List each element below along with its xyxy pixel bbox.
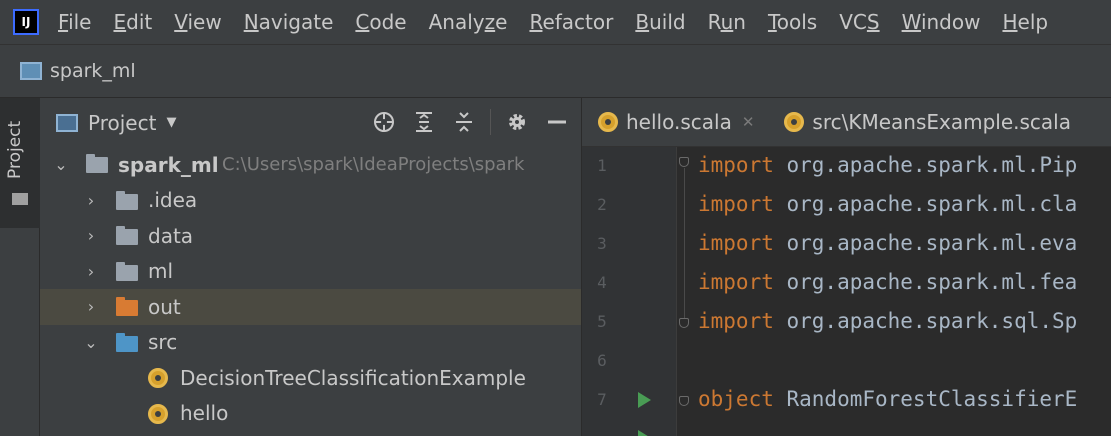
- fold-marker-icon[interactable]: [679, 157, 689, 167]
- menu-tools[interactable]: Tools: [768, 10, 817, 34]
- chevron-right-icon[interactable]: ›: [84, 262, 98, 281]
- project-tool-tab[interactable]: Project: [0, 98, 40, 228]
- menu-view[interactable]: View: [174, 10, 221, 34]
- caret-down-icon[interactable]: ▼: [166, 115, 176, 130]
- tree-root-name: spark_ml: [118, 152, 219, 177]
- menu-run[interactable]: Run: [708, 10, 746, 34]
- close-icon[interactable]: ✕: [742, 113, 755, 131]
- line-number: 5: [597, 312, 607, 331]
- tree-item-out[interactable]: › out: [40, 289, 581, 325]
- excluded-folder-icon: [116, 297, 138, 316]
- menu-navigate[interactable]: Navigate: [244, 10, 334, 34]
- tree-item-idea[interactable]: › .idea: [40, 183, 581, 219]
- source-folder-icon: [116, 332, 138, 352]
- project-panel-header: Project ▼: [40, 98, 581, 147]
- tree-file-hello[interactable]: hello: [40, 396, 581, 432]
- menu-vcs[interactable]: VCS: [839, 10, 879, 34]
- menu-bar: IJ File Edit View Navigate Code Analyze …: [0, 0, 1111, 45]
- menu-window[interactable]: Window: [902, 10, 981, 34]
- toolbar-separator: [490, 109, 491, 135]
- menu-code[interactable]: Code: [355, 10, 406, 34]
- run-gutter-icon[interactable]: [638, 430, 651, 436]
- line-number: 3: [597, 234, 607, 253]
- main-menu: File Edit View Navigate Code Analyze Ref…: [47, 10, 1059, 34]
- tree-item-src[interactable]: ⌄ src: [40, 325, 581, 361]
- tree-item-ml[interactable]: › ml: [40, 254, 581, 290]
- chevron-right-icon[interactable]: ›: [84, 226, 98, 245]
- project-tool-tab-label: Project: [5, 120, 25, 180]
- line-number: 1: [597, 156, 607, 175]
- menu-file[interactable]: File: [58, 10, 91, 34]
- left-tool-strip: Project: [0, 98, 40, 436]
- folder-icon: [116, 226, 138, 245]
- locate-icon[interactable]: [370, 108, 398, 136]
- project-folder-icon: [20, 62, 42, 80]
- tree-item-label: .idea: [148, 188, 198, 213]
- line-number: 6: [597, 351, 607, 370]
- navigation-bar: spark_ml: [0, 45, 1111, 98]
- code-line-7[interactable]: object RandomForestClassifierE: [698, 387, 1077, 411]
- editor-tabs: hello.scala ✕ src\KMeansExample.scala: [582, 98, 1111, 147]
- line-number: 4: [597, 273, 607, 292]
- menu-help[interactable]: Help: [1002, 10, 1048, 34]
- scala-object-icon: [148, 368, 168, 388]
- folder-icon: [116, 190, 138, 210]
- menu-refactor[interactable]: Refactor: [529, 10, 613, 34]
- tree-item-label: src: [148, 330, 178, 355]
- scala-object-icon: [148, 403, 168, 424]
- fold-marker-icon[interactable]: [679, 396, 689, 406]
- tab-label: hello.scala: [626, 110, 732, 134]
- scala-file-icon: [598, 112, 618, 132]
- code-line-4[interactable]: import org.apache.spark.ml.fea: [698, 270, 1077, 294]
- editor-gutter: 1 2 3 4 5 6 7: [582, 147, 677, 436]
- code-line-5[interactable]: import org.apache.spark.sql.Sp: [698, 309, 1077, 333]
- expand-all-icon[interactable]: [410, 108, 438, 136]
- tree-item-label: out: [148, 294, 181, 319]
- tab-kmeans-example[interactable]: src\KMeansExample.scala: [768, 98, 1071, 147]
- tree-item-data[interactable]: › data: [40, 218, 581, 254]
- tree-root-spark-ml[interactable]: ⌄ spark_ml C:\Users\spark\IdeaProjects\s…: [40, 147, 581, 183]
- intellij-logo-icon: IJ: [13, 9, 39, 35]
- code-line-1[interactable]: import org.apache.spark.ml.Pip: [698, 153, 1077, 177]
- project-panel-toolbar: [358, 108, 571, 136]
- breadcrumb-project[interactable]: spark_ml: [50, 60, 136, 82]
- collapse-all-icon[interactable]: [450, 108, 478, 136]
- tree-root-path: C:\Users\spark\IdeaProjects\spark: [222, 154, 525, 176]
- line-number: 7: [597, 390, 607, 409]
- code-line-2[interactable]: import org.apache.spark.ml.cla: [698, 192, 1077, 216]
- gear-icon[interactable]: [503, 108, 531, 136]
- project-view-selector[interactable]: Project: [88, 111, 156, 135]
- chevron-right-icon[interactable]: ›: [84, 191, 98, 210]
- fold-marker-icon[interactable]: [679, 318, 689, 328]
- project-tree: ⌄ spark_ml C:\Users\spark\IdeaProjects\s…: [40, 147, 581, 431]
- editor-area: hello.scala ✕ src\KMeansExample.scala 1 …: [582, 98, 1111, 436]
- folder-icon: [116, 261, 138, 281]
- hide-panel-icon[interactable]: [543, 108, 571, 136]
- tree-item-label: data: [148, 223, 194, 248]
- project-panel: Project ▼ ⌄ spark_ml C:\Users\spark\Idea…: [40, 98, 582, 436]
- tab-label: src\KMeansExample.scala: [812, 110, 1071, 134]
- folder-icon: [12, 193, 28, 205]
- tree-item-label: hello: [180, 401, 229, 426]
- menu-edit[interactable]: Edit: [113, 10, 152, 34]
- run-gutter-icon[interactable]: [638, 392, 651, 408]
- menu-build[interactable]: Build: [635, 10, 685, 34]
- chevron-down-icon[interactable]: ⌄: [54, 155, 68, 174]
- tree-item-label: ml: [148, 259, 174, 284]
- scala-file-icon: [784, 112, 805, 132]
- menu-analyze[interactable]: Analyze: [429, 10, 508, 34]
- chevron-right-icon[interactable]: ›: [84, 297, 98, 316]
- chevron-down-icon[interactable]: ⌄: [84, 333, 98, 352]
- fold-guide: [684, 168, 685, 318]
- code-line-3[interactable]: import org.apache.spark.ml.eva: [698, 231, 1077, 255]
- project-view-icon: [56, 113, 78, 132]
- tree-item-label: DecisionTreeClassificationExample: [180, 365, 526, 390]
- module-folder-icon: [86, 154, 108, 173]
- tab-hello-scala[interactable]: hello.scala ✕: [582, 98, 768, 147]
- tree-file-decision-tree[interactable]: DecisionTreeClassificationExample: [40, 360, 581, 396]
- line-number: 2: [597, 195, 607, 214]
